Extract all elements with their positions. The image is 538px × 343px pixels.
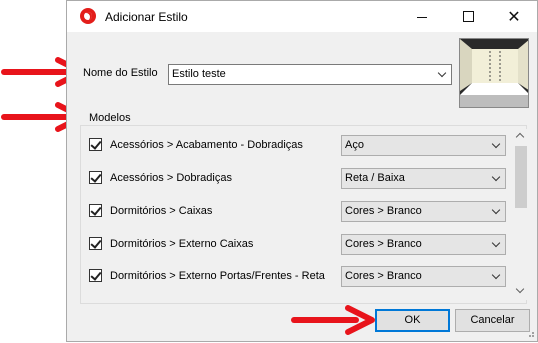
title-bar: Adicionar Estilo ✕ — [67, 1, 537, 32]
chevron-down-icon — [491, 139, 501, 149]
model-checkbox[interactable] — [89, 171, 102, 184]
ok-button[interactable]: OK — [375, 309, 450, 332]
model-option-value: Aço — [345, 139, 364, 151]
model-checkbox[interactable] — [89, 204, 102, 217]
annotation-arrow-ok — [291, 305, 375, 335]
chevron-down-icon — [491, 205, 501, 215]
model-option-value: Reta / Baixa — [345, 172, 405, 184]
close-icon: ✕ — [507, 7, 521, 26]
scroll-down-icon[interactable] — [515, 284, 525, 294]
style-name-combobox[interactable]: Estilo teste — [168, 64, 452, 85]
model-option-select[interactable]: Cores > Branco — [341, 234, 506, 255]
style-name-label: Nome do Estilo — [83, 67, 158, 79]
maximize-button[interactable] — [445, 1, 491, 32]
model-option-value: Cores > Branco — [345, 270, 422, 282]
cancel-button[interactable]: Cancelar — [455, 309, 530, 332]
resize-grip[interactable] — [532, 335, 534, 337]
model-option-select[interactable]: Reta / Baixa — [341, 168, 506, 189]
model-label: Acessórios > Dobradiças — [110, 172, 232, 184]
model-label: Dormitórios > Caixas — [110, 205, 213, 217]
models-group-label: Modelos — [87, 112, 133, 124]
dialog-window: Adicionar Estilo ✕ Nome do Estilo Estilo… — [66, 0, 538, 342]
model-label: Dormitórios > Externo Caixas — [110, 238, 254, 250]
model-label: Acessórios > Acabamento - Dobradiças — [110, 139, 303, 151]
model-option-select[interactable]: Cores > Branco — [341, 266, 506, 287]
app-logo-icon — [80, 8, 96, 24]
minimize-icon — [417, 17, 427, 18]
model-label: Dormitórios > Externo Portas/Frentes - R… — [110, 270, 325, 282]
model-option-select[interactable]: Aço — [341, 135, 506, 156]
resize-grip-dot — [532, 332, 534, 334]
window-title: Adicionar Estilo — [105, 10, 188, 24]
model-checkbox[interactable] — [89, 269, 102, 282]
scrollbar-thumb[interactable] — [515, 146, 527, 208]
resize-grip-dot — [529, 335, 531, 337]
scroll-up-icon[interactable] — [515, 132, 525, 142]
model-checkbox[interactable] — [89, 138, 102, 151]
style-preview-image — [459, 38, 529, 108]
style-name-value: Estilo teste — [172, 68, 226, 80]
chevron-down-icon — [491, 270, 501, 280]
models-scrollbar[interactable] — [512, 129, 529, 300]
model-option-select[interactable]: Cores > Branco — [341, 201, 506, 222]
chevron-down-icon — [491, 238, 501, 248]
chevron-down-icon — [437, 68, 447, 78]
model-option-value: Cores > Branco — [345, 205, 422, 217]
maximize-icon — [463, 11, 474, 22]
model-option-value: Cores > Branco — [345, 238, 422, 250]
minimize-button[interactable] — [399, 1, 445, 32]
close-button[interactable]: ✕ — [491, 1, 537, 32]
chevron-down-icon — [491, 172, 501, 182]
model-checkbox[interactable] — [89, 237, 102, 250]
